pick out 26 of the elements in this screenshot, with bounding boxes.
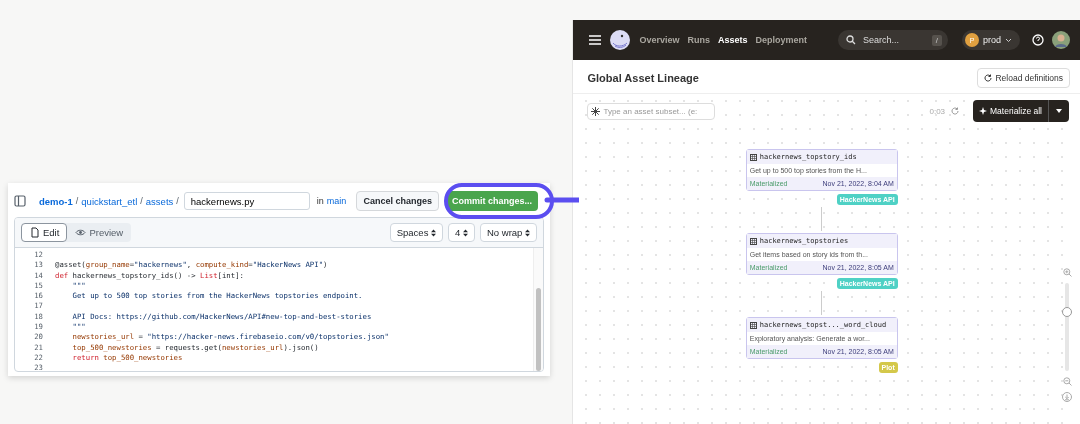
reload-button[interactable]: Reload definitions bbox=[977, 68, 1070, 88]
editor-tab[interactable]: Edit bbox=[21, 223, 68, 242]
search-field[interactable]: Search... / bbox=[838, 30, 948, 50]
path-separator: / bbox=[176, 196, 179, 206]
nav-link[interactable]: Assets bbox=[718, 35, 748, 45]
select-dropdown[interactable]: Spaces bbox=[389, 223, 444, 242]
nav-link[interactable]: Overview bbox=[639, 35, 680, 45]
branch-label: in bbox=[316, 196, 324, 206]
breadcrumb-link[interactable]: quickstart_etl bbox=[81, 195, 138, 207]
asset-filter-field[interactable]: Type an asset subset... (e: bbox=[587, 102, 716, 120]
search-input[interactable]: Search... bbox=[861, 34, 927, 46]
refresh-timer: 0:03 bbox=[929, 106, 946, 116]
breadcrumb-link[interactable]: demo-1 bbox=[39, 195, 73, 207]
select-dropdown[interactable]: 4 bbox=[448, 223, 475, 242]
file-name-field[interactable]: hackernews.py bbox=[183, 192, 310, 210]
path-separator: / bbox=[140, 196, 143, 206]
select-dropdown[interactable]: No wrap bbox=[480, 223, 537, 242]
cancel-button[interactable]: Cancel changes bbox=[356, 191, 439, 211]
nav-link[interactable]: Runs bbox=[687, 35, 710, 45]
nav-link[interactable]: Deployment bbox=[755, 35, 808, 45]
path-separator: / bbox=[75, 196, 79, 206]
page-title: Global Asset Lineage bbox=[587, 72, 699, 84]
editor-tab[interactable]: Preview bbox=[67, 223, 132, 242]
breadcrumb-link[interactable]: assets bbox=[145, 195, 174, 207]
branch-link[interactable]: main bbox=[326, 196, 347, 206]
shortcut-key: / bbox=[931, 34, 942, 46]
